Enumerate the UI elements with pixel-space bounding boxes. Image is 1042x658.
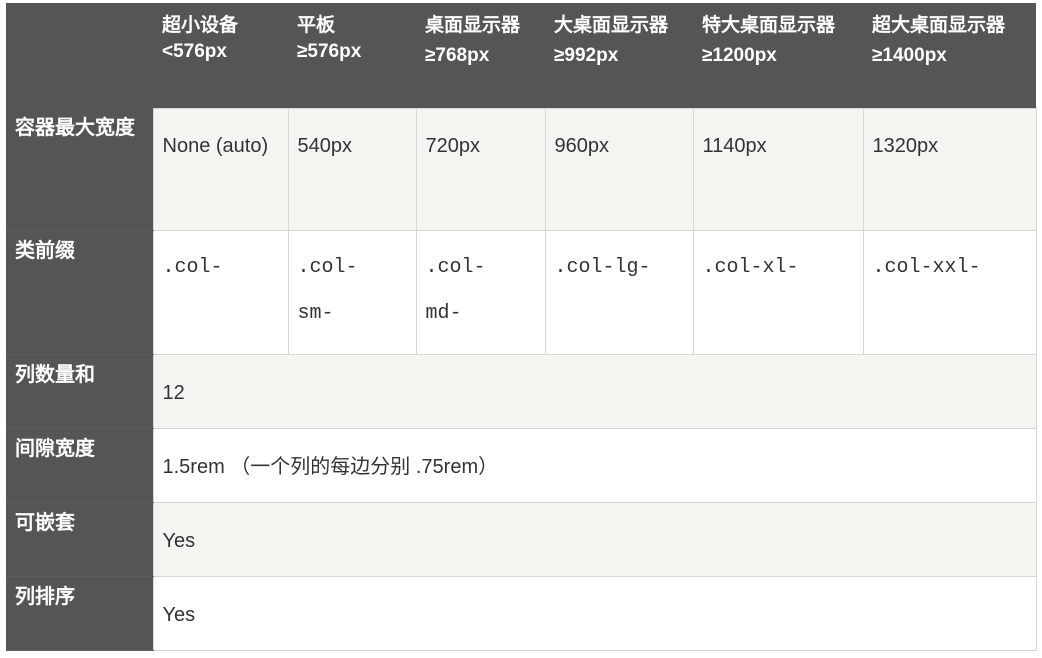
column-header-lg: 大桌面显示器 ≥992px — [545, 3, 693, 108]
column-header-xl: 特大桌面显示器 ≥1200px — [693, 3, 863, 108]
row-header-class-prefix: 类前缀 — [6, 230, 153, 355]
column-header-size: ≥992px — [554, 45, 619, 66]
column-header-sm: 平板 ≥576px — [288, 3, 416, 108]
class-prefix-xxl: .col-xxl- — [862, 229, 1037, 355]
column-header-name: 特大桌面显示器 — [702, 15, 836, 36]
column-header-size: ≥1200px — [702, 45, 777, 66]
gutter-width-value: 1.5rem （一个列的每边分别 .75rem） — [152, 427, 1037, 503]
column-count-row: 列数量和 12 — [6, 353, 1037, 429]
nestable-row: 可嵌套 Yes — [6, 501, 1037, 577]
corner-cell — [6, 3, 153, 108]
column-header-name: 大桌面显示器 — [554, 15, 669, 36]
nestable-value: Yes — [152, 501, 1037, 577]
column-header-size: ≥1400px — [872, 45, 947, 66]
class-prefix-xs: .col- — [152, 229, 289, 355]
container-width-md: 720px — [415, 107, 546, 231]
grid-options-table: 超小设备 <576px 平板 ≥576px 桌面显示器 ≥768px 大桌面显示… — [6, 3, 1037, 651]
container-width-xl: 1140px — [692, 107, 864, 231]
column-header-xxl: 超大桌面显示器 ≥1400px — [863, 3, 1036, 108]
container-width-lg: 960px — [544, 107, 694, 231]
class-prefix-lg: .col-lg- — [544, 229, 694, 355]
column-ordering-value: Yes — [152, 575, 1037, 651]
row-header-column-ordering: 列排序 — [6, 576, 153, 651]
column-header-name: 超大桌面显示器 — [872, 15, 1006, 36]
column-count-value: 12 — [152, 353, 1037, 429]
row-header-gutter-width: 间隙宽度 — [6, 428, 153, 503]
column-ordering-row: 列排序 Yes — [6, 575, 1037, 651]
class-prefix-row: 类前缀 .col- .col-sm- .col-md- .col-lg- .co… — [6, 229, 1037, 355]
column-header-xs: 超小设备 <576px — [153, 3, 288, 108]
container-width-sm: 540px — [287, 107, 417, 231]
class-prefix-sm: .col-sm- — [287, 229, 417, 355]
column-header-size: ≥768px — [425, 45, 490, 66]
column-header-size: <576px — [162, 41, 227, 62]
header-row: 超小设备 <576px 平板 ≥576px 桌面显示器 ≥768px 大桌面显示… — [6, 3, 1036, 108]
class-prefix-xl: .col-xl- — [692, 229, 864, 355]
container-width-xxl: 1320px — [862, 107, 1037, 231]
container-width-row: 容器最大宽度 None (auto) 540px 720px 960px 114… — [6, 107, 1037, 231]
container-width-xs: None (auto) — [152, 107, 289, 231]
class-prefix-md: .col-md- — [415, 229, 546, 355]
row-header-nestable: 可嵌套 — [6, 502, 153, 577]
column-header-md: 桌面显示器 ≥768px — [416, 3, 545, 108]
gutter-width-row: 间隙宽度 1.5rem （一个列的每边分别 .75rem） — [6, 427, 1037, 503]
row-header-column-count: 列数量和 — [6, 354, 153, 429]
column-header-size: ≥576px — [297, 41, 362, 62]
row-header-container-width: 容器最大宽度 — [6, 108, 153, 231]
column-header-name: 桌面显示器 — [425, 15, 521, 36]
